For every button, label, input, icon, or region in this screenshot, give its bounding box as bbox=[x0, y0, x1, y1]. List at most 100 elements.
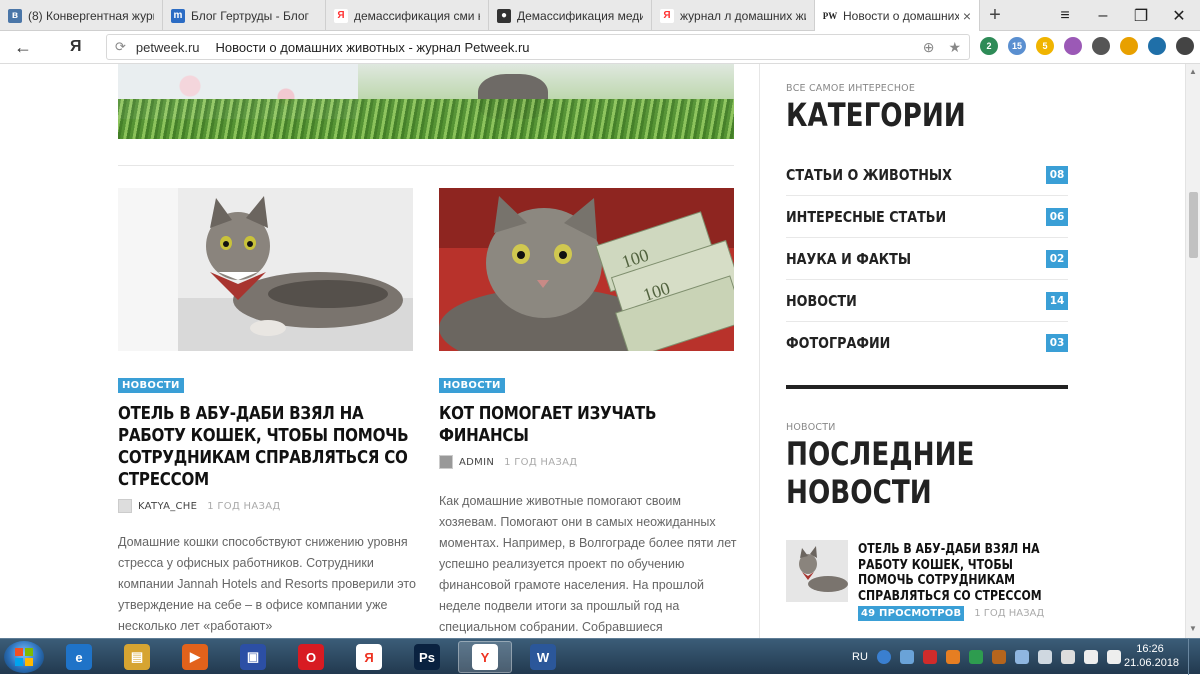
scroll-down-icon[interactable]: ▼ bbox=[1189, 624, 1197, 633]
system-tray: RU bbox=[852, 639, 1121, 675]
category-name[interactable]: НАУКА И ФАКТЫ bbox=[786, 250, 911, 268]
opera-taskbar-button[interactable]: O bbox=[284, 641, 338, 673]
category-name[interactable]: ИНТЕРЕСНЫЕ СТАТЬИ bbox=[786, 208, 946, 226]
post-author[interactable]: ADMIN bbox=[459, 457, 494, 468]
category-item[interactable]: НОВОСТИ 14 bbox=[786, 280, 1068, 322]
restore-icon[interactable]: ❐ bbox=[1122, 0, 1160, 31]
extensions-area: 2 15 5 bbox=[980, 37, 1194, 55]
post-title[interactable]: КОТ ПОМОГАЕТ ИЗУЧАТЬ ФИНАНСЫ bbox=[439, 403, 733, 447]
recent-post-title[interactable]: ОТЕЛЬ В АБУ-ДАБИ ВЗЯЛ НА РАБОТУ КОШЕК, Ч… bbox=[858, 542, 1060, 604]
tab-3[interactable]: Я демассификация сми на bbox=[326, 0, 489, 31]
category-badge[interactable]: НОВОСТИ bbox=[118, 378, 184, 393]
category-item[interactable]: ИНТЕРЕСНЫЕ СТАТЬИ 06 bbox=[786, 196, 1068, 238]
tab-title: журнал л домашних жив bbox=[680, 8, 806, 23]
yandex-taskbar-button[interactable]: Я bbox=[342, 641, 396, 673]
post-excerpt: Как домашние животные помогают своим хоз… bbox=[439, 494, 737, 634]
divider bbox=[118, 165, 734, 166]
taskbar: e ▤ ▶ ▣ O Я Ps Y W RU 16:26 21.06.2018 bbox=[0, 638, 1200, 675]
category-name[interactable]: СТАТЬИ О ЖИВОТНЫХ bbox=[786, 166, 952, 184]
tab-active[interactable]: PW Новости о домашних ж × bbox=[815, 0, 980, 31]
author-avatar[interactable] bbox=[439, 455, 453, 469]
cloud-extension-icon[interactable]: 15 bbox=[1008, 37, 1026, 55]
save-taskbar-icon: ▣ bbox=[240, 644, 266, 670]
post-title[interactable]: ОТЕЛЬ В АБУ-ДАБИ ВЗЯЛ НА РАБОТУ КОШЕК, Ч… bbox=[118, 403, 412, 491]
show-desktop-button[interactable] bbox=[1188, 639, 1200, 675]
views-badge: 49 ПРОСМОТРОВ bbox=[858, 606, 965, 621]
bookmark-star-icon[interactable]: ★ bbox=[948, 39, 961, 56]
url-field[interactable]: ⟳ petweek.ru Новости о домашних животных… bbox=[106, 34, 970, 60]
tab-title: Блог Гертруды - Блог bbox=[191, 8, 309, 23]
protect-icon[interactable]: ⊕ bbox=[923, 39, 935, 56]
scroll-up-icon[interactable]: ▲ bbox=[1189, 67, 1197, 76]
clock[interactable]: 16:26 21.06.2018 bbox=[1124, 642, 1179, 670]
photoshop-taskbar-button[interactable]: Ps bbox=[400, 641, 454, 673]
category-name[interactable]: ФОТОГРАФИИ bbox=[786, 334, 890, 352]
dropbox-icon[interactable] bbox=[899, 650, 914, 664]
tray-app-icon[interactable] bbox=[945, 650, 960, 664]
recent-kicker: НОВОСТИ bbox=[786, 422, 836, 433]
tab-2[interactable]: m Блог Гертруды - Блог bbox=[163, 0, 326, 31]
tab-1[interactable]: в (8) Конвергентная журна bbox=[0, 0, 163, 31]
category-count: 06 bbox=[1046, 207, 1068, 226]
hero-image[interactable] bbox=[118, 64, 734, 139]
site-favicon-icon: ● bbox=[497, 8, 511, 23]
tray-app-icon[interactable] bbox=[991, 650, 1006, 664]
close-window-icon[interactable]: ✕ bbox=[1160, 0, 1198, 31]
category-badge[interactable]: НОВОСТИ bbox=[439, 378, 505, 393]
pen-extension-icon[interactable] bbox=[1064, 37, 1082, 55]
bulb-extension-icon[interactable] bbox=[1092, 37, 1110, 55]
post-card: 100 100 НОВОСТИ КОТ ПОМОГАЕТ ИЗУЧАТЬ ФИН… bbox=[439, 188, 736, 638]
tray-app-icon[interactable] bbox=[922, 650, 937, 664]
menu-icon[interactable]: ≡ bbox=[1046, 0, 1084, 31]
vk-favicon-icon: в bbox=[8, 8, 22, 23]
shield-extension-icon[interactable]: 2 bbox=[980, 37, 998, 55]
vertical-scrollbar[interactable]: ▲ ▼ bbox=[1185, 64, 1200, 638]
recent-post-thumbnail[interactable] bbox=[786, 540, 848, 602]
post-thumbnail[interactable] bbox=[118, 188, 413, 351]
back-icon[interactable]: ← bbox=[14, 37, 32, 58]
start-button[interactable] bbox=[4, 641, 44, 673]
new-tab-button[interactable]: + bbox=[980, 0, 1010, 31]
tray-app-icon[interactable] bbox=[1037, 650, 1052, 664]
battery-extension-icon[interactable] bbox=[1120, 37, 1138, 55]
clock-time: 16:26 bbox=[1136, 643, 1164, 655]
yandex-logo-icon[interactable]: Я bbox=[70, 38, 82, 56]
yandex-taskbar-icon: Я bbox=[356, 644, 382, 670]
category-item[interactable]: СТАТЬИ О ЖИВОТНЫХ 08 bbox=[786, 154, 1068, 196]
terminal-extension-icon[interactable] bbox=[1148, 37, 1166, 55]
volume-icon[interactable] bbox=[1106, 650, 1121, 664]
reload-icon[interactable]: ⟳ bbox=[115, 39, 126, 55]
address-bar: ← Я ⟳ petweek.ru Новости о домашних живо… bbox=[0, 31, 1200, 64]
sidebar-divider bbox=[759, 64, 760, 638]
tab-4[interactable]: ● Демассификация медиа bbox=[489, 0, 652, 31]
scrollbar-thumb[interactable] bbox=[1189, 192, 1198, 258]
tab-close-icon[interactable]: × bbox=[963, 8, 971, 24]
tray-app-icon[interactable] bbox=[968, 650, 983, 664]
category-item[interactable]: НАУКА И ФАКТЫ 02 bbox=[786, 238, 1068, 280]
coin-extension-icon[interactable]: 5 bbox=[1036, 37, 1054, 55]
tray-app-icon[interactable] bbox=[1014, 650, 1029, 664]
m-favicon-icon: m bbox=[171, 8, 185, 23]
tab-5[interactable]: Я журнал л домашних жив bbox=[652, 0, 815, 31]
category-item[interactable]: ФОТОГРАФИИ 03 bbox=[786, 322, 1068, 364]
save-taskbar-button[interactable]: ▣ bbox=[226, 641, 280, 673]
post-author[interactable]: KATYA_CHE bbox=[138, 501, 197, 512]
word-taskbar-icon: W bbox=[530, 644, 556, 670]
post-meta: KATYA_CHE 1 ГОД НАЗАД bbox=[118, 499, 413, 513]
battery-icon[interactable] bbox=[1060, 650, 1075, 664]
ie-taskbar-button[interactable]: e bbox=[52, 641, 106, 673]
download-extension-icon[interactable] bbox=[1176, 37, 1194, 55]
minimize-icon[interactable]: – bbox=[1084, 0, 1122, 31]
media-taskbar-button[interactable]: ▶ bbox=[168, 641, 222, 673]
yandex-browser-taskbar-button[interactable]: Y bbox=[458, 641, 512, 673]
help-icon[interactable] bbox=[876, 650, 891, 664]
pw-favicon-icon: PW bbox=[822, 8, 838, 23]
section-divider bbox=[786, 385, 1068, 389]
category-name[interactable]: НОВОСТИ bbox=[786, 292, 857, 310]
language-indicator[interactable]: RU bbox=[852, 651, 868, 663]
author-avatar[interactable] bbox=[118, 499, 132, 513]
word-taskbar-button[interactable]: W bbox=[516, 641, 570, 673]
post-thumbnail[interactable]: 100 100 bbox=[439, 188, 734, 351]
explorer-taskbar-button[interactable]: ▤ bbox=[110, 641, 164, 673]
network-icon[interactable] bbox=[1083, 650, 1098, 664]
